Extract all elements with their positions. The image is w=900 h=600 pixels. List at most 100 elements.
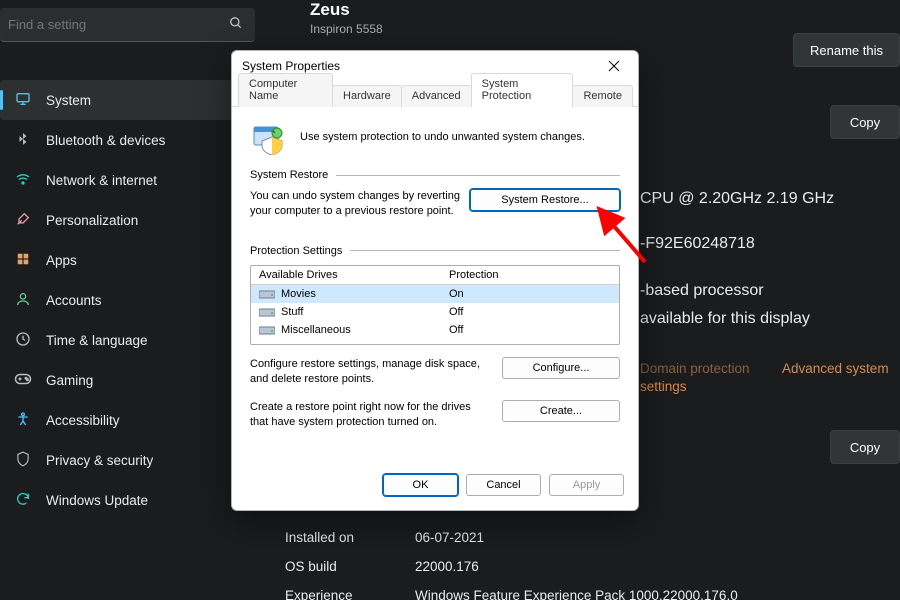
link-protection[interactable]: Domain protection [640,361,750,376]
accessibility-icon [14,411,32,430]
specs-list: Installed on 06-07-2021 OS build 22000.1… [285,530,738,600]
drive-protection: Off [449,306,611,318]
sidebar-item-accessibility[interactable]: Accessibility [0,400,255,440]
sidebar-item-label: Windows Update [46,493,148,508]
cpu-value-frag: CPU @ 2.20GHz 2.19 GHz [640,190,834,208]
gaming-icon [14,372,32,389]
tab-remote[interactable]: Remote [572,85,633,107]
configure-button[interactable]: Configure... [502,357,620,379]
close-icon[interactable] [600,56,628,76]
spec-label: OS build [285,559,415,574]
section-legend: Protection Settings [250,245,342,257]
spec-label: Experience [285,588,415,600]
sidebar-item-label: Privacy & security [46,453,153,468]
update-icon [14,491,32,510]
sidebar-item-label: System [46,93,91,108]
search-icon [229,16,243,33]
sidebar-item-label: Personalization [46,213,138,228]
divider [350,250,620,251]
touch-value-frag: available for this display [640,310,810,328]
dialog-title: System Properties [242,59,600,73]
drive-name: Stuff [281,306,303,318]
system-protection-icon [250,119,286,155]
table-row[interactable]: Movies On [251,285,619,303]
wifi-icon [14,171,32,190]
rename-pc-button[interactable]: Rename this [793,33,900,67]
sidebar-item-label: Bluetooth & devices [46,133,165,148]
table-row[interactable]: Stuff Off [251,303,619,321]
drive-icon [259,288,275,300]
sidebar-item-label: Accounts [46,293,102,308]
spec-value: 06-07-2021 [415,530,484,545]
system-restore-button[interactable]: System Restore... [470,189,620,211]
sidebar-item-label: Time & language [46,333,148,348]
sidebar-item-update[interactable]: Windows Update [0,480,255,520]
sidebar-item-bluetooth[interactable]: Bluetooth & devices [0,120,255,160]
copy-specs-button[interactable]: Copy [830,105,900,139]
spec-row: Installed on 06-07-2021 [285,530,738,545]
sidebar-item-time[interactable]: Time & language [0,320,255,360]
copy-specs-button-2[interactable]: Copy [830,430,900,464]
spec-row: OS build 22000.176 [285,559,738,574]
sidebar-item-privacy[interactable]: Privacy & security [0,440,255,480]
spec-value: 22000.176 [415,559,479,574]
bluetooth-icon [14,132,32,149]
cancel-button[interactable]: Cancel [466,474,541,496]
sidebar-item-system[interactable]: System [0,80,255,120]
configure-text: Configure restore settings, manage disk … [250,357,492,387]
dialog-body: Use system protection to undo unwanted s… [232,107,638,464]
sidebar-item-gaming[interactable]: Gaming [0,360,255,400]
deviceid-value-frag: -F92E60248718 [640,235,755,253]
sidebar-item-network[interactable]: Network & internet [0,160,255,200]
settings-topbar: Zeus Inspiron 5558 [0,0,900,50]
apply-button[interactable]: Apply [549,474,624,496]
accounts-icon [14,291,32,310]
dialog-footer: OK Cancel Apply [232,464,638,510]
sidebar-item-apps[interactable]: Apps [0,240,255,280]
create-button[interactable]: Create... [502,400,620,422]
sidebar-item-accounts[interactable]: Accounts [0,280,255,320]
brush-icon [14,211,32,230]
table-header: Available Drives Protection [251,266,619,285]
drive-protection: Off [449,324,611,336]
section-legend: System Restore [250,169,328,181]
device-name: Zeus [310,0,383,20]
tab-advanced[interactable]: Advanced [401,85,472,107]
spec-label: Installed on [285,530,415,545]
drive-icon [259,324,275,336]
sidebar-item-label: Apps [46,253,77,268]
drive-protection: On [449,288,611,300]
table-row[interactable]: Miscellaneous Off [251,321,619,339]
system-restore-section: System Restore You can undo system chang… [250,169,620,219]
drive-name: Movies [281,288,316,300]
drive-icon [259,306,275,318]
drives-table[interactable]: Available Drives Protection Movies On St… [250,265,620,345]
tab-hardware[interactable]: Hardware [332,85,402,107]
ok-button[interactable]: OK [383,474,458,496]
dialog-tabs: Computer Name Hardware Advanced System P… [232,81,638,107]
sidebar-item-label: Gaming [46,373,93,388]
tab-computer-name[interactable]: Computer Name [238,73,333,107]
intro-text: Use system protection to undo unwanted s… [300,131,585,143]
clock-icon [14,331,32,350]
sidebar: System Bluetooth & devices Network & int… [0,50,255,600]
tab-system-protection[interactable]: System Protection [471,73,574,107]
divider [336,175,620,176]
device-header: Zeus Inspiron 5558 [310,0,383,36]
device-model: Inspiron 5558 [310,22,383,36]
create-text: Create a restore point right now for the… [250,400,492,430]
sidebar-item-personalization[interactable]: Personalization [0,200,255,240]
related-links: Domain protection Advanced system settin… [640,360,900,396]
system-properties-dialog: System Properties Computer Name Hardware… [231,50,639,511]
intro-row: Use system protection to undo unwanted s… [250,119,620,155]
protection-settings-section: Protection Settings Available Drives Pro… [250,245,620,430]
col-protection: Protection [449,269,611,281]
system-icon [14,91,32,110]
spec-row: Experience Windows Feature Experience Pa… [285,588,738,600]
search-wrap [0,8,255,42]
sidebar-item-label: Accessibility [46,413,120,428]
search-input[interactable] [0,8,255,42]
spec-value: Windows Feature Experience Pack 1000.220… [415,588,738,600]
arch-value-frag: -based processor [640,282,764,300]
drive-name: Miscellaneous [281,324,351,336]
